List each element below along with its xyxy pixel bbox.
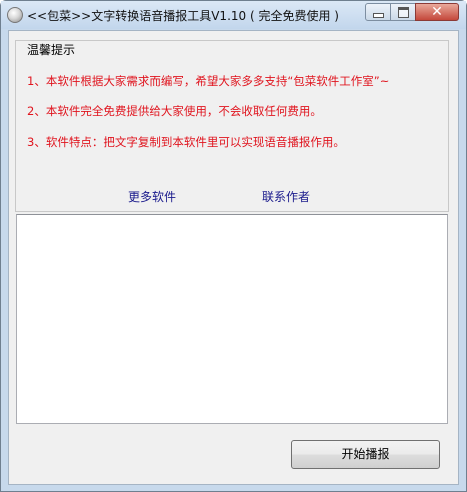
start-play-button[interactable]: 开始播报 — [291, 440, 440, 469]
title-bar[interactable]: <<包菜>>文字转换语音播报工具V1.10 ( 完全免费使用 ) ✕ — [1, 1, 466, 29]
text-input-area[interactable] — [16, 214, 448, 424]
notice-line-2: 2、本软件完全免费提供给大家使用，不会收取任何费用。 — [27, 104, 322, 118]
client-area: 温馨提示 1、本软件根据大家需求而编写，希望大家多多支持“包菜软件工作室”~ 2… — [8, 30, 459, 485]
window-title: <<包菜>>文字转换语音播报工具V1.10 ( 完全免费使用 ) — [27, 9, 339, 23]
close-button[interactable]: ✕ — [415, 3, 459, 21]
notice-group-title: 温馨提示 — [25, 41, 78, 58]
app-window: <<包菜>>文字转换语音播报工具V1.10 ( 完全免费使用 ) ✕ 温馨提示 … — [0, 0, 467, 492]
notice-line-3: 3、软件特点：把文字复制到本软件里可以实现语音播报作用。 — [27, 135, 345, 149]
more-software-link[interactable]: 更多软件 — [128, 188, 176, 205]
maximize-button[interactable] — [390, 3, 416, 21]
minimize-button[interactable] — [365, 3, 391, 21]
app-icon[interactable] — [7, 7, 23, 23]
minimize-icon — [372, 12, 384, 18]
notice-group: 温馨提示 1、本软件根据大家需求而编写，希望大家多多支持“包菜软件工作室”~ 2… — [15, 40, 449, 212]
maximize-icon — [397, 6, 409, 18]
notice-line-1: 1、本软件根据大家需求而编写，希望大家多多支持“包菜软件工作室”~ — [27, 74, 390, 88]
contact-author-link[interactable]: 联系作者 — [262, 188, 310, 205]
close-icon: ✕ — [431, 4, 443, 20]
